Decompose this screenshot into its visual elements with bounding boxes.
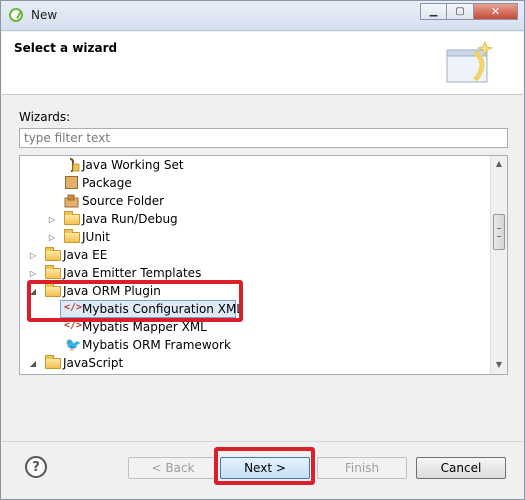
tree-item-label: Package: [82, 176, 132, 190]
tree-item[interactable]: ◢ JavaScript: [20, 354, 490, 372]
folder-icon: [64, 211, 80, 225]
finish-button[interactable]: Finish: [317, 457, 407, 479]
tree-item-label: Source Folder: [82, 194, 165, 208]
minimize-button[interactable]: ▁: [420, 3, 447, 20]
tree-item[interactable]: ▷ JUnit: [20, 228, 490, 246]
new-wizard-dialog: New ▁ ▢ ✕ Select a wizard Wizards: Java …: [0, 0, 525, 500]
xml-file-icon: </>: [64, 320, 83, 331]
folder-icon: [45, 355, 61, 369]
tree-item[interactable]: ▷ Java EE: [20, 246, 490, 264]
maximize-icon: ▢: [455, 6, 465, 17]
expand-arrow-icon[interactable]: ▷: [28, 246, 38, 264]
tree-item-label: Java Working Set: [82, 158, 184, 172]
highlight-box-next: [214, 447, 315, 485]
tree-item[interactable]: Package: [20, 174, 490, 192]
title-bar[interactable]: New ▁ ▢ ✕: [1, 1, 524, 31]
tree-item-label: Java Emitter Templates: [63, 266, 202, 280]
wizard-tree[interactable]: Java Working Set Package Source Folder ▷…: [19, 155, 508, 375]
help-icon[interactable]: ?: [25, 456, 47, 478]
tree-item[interactable]: Source Folder: [20, 192, 490, 210]
tree-item-label: Mybatis Mapper XML: [82, 320, 207, 334]
folder-icon: [64, 229, 80, 243]
working-set-icon: [69, 158, 80, 172]
folder-icon: [45, 265, 61, 279]
scroll-up-icon[interactable]: ▲: [494, 159, 504, 169]
vertical-scrollbar[interactable]: ▲ ▼: [490, 156, 507, 374]
folder-icon: [45, 247, 61, 261]
scroll-down-icon[interactable]: ▼: [494, 360, 504, 370]
tree-item-label: JavaScript: [63, 356, 124, 370]
window-title: New: [31, 8, 58, 22]
mybatis-bird-icon: 🐦: [65, 338, 82, 353]
tree-item-label: JUnit: [82, 230, 110, 244]
wizards-label: Wizards:: [19, 110, 71, 124]
wizard-banner-icon: [446, 40, 494, 83]
minimize-icon: ▁: [429, 6, 438, 17]
tree-item-label: Java EE: [63, 248, 108, 262]
tree-item[interactable]: 🐦 Mybatis ORM Framework: [20, 336, 490, 354]
footer-divider: [2, 441, 523, 442]
back-button[interactable]: < Back: [128, 457, 218, 479]
source-folder-icon: [64, 194, 79, 208]
page-title: Select a wizard: [14, 41, 118, 55]
tree-item-label: Mybatis ORM Framework: [82, 338, 231, 352]
spring-leaf-icon: [9, 8, 23, 22]
wizard-header: Select a wizard: [2, 32, 523, 95]
filter-input[interactable]: [19, 128, 508, 148]
tree-item[interactable]: ▷ Java Run/Debug: [20, 210, 490, 228]
tree-item[interactable]: Java Working Set: [20, 156, 490, 174]
scroll-thumb[interactable]: [493, 214, 505, 250]
close-icon: ✕: [490, 5, 501, 18]
cancel-button[interactable]: Cancel: [416, 457, 506, 479]
expand-arrow-icon[interactable]: ▷: [47, 210, 57, 228]
tree-item-label: Java Run/Debug: [82, 212, 178, 226]
expand-arrow-icon[interactable]: ▷: [47, 228, 57, 246]
close-button[interactable]: ✕: [474, 3, 518, 20]
highlight-box-tree-selection: [27, 280, 243, 322]
maximize-button[interactable]: ▢: [447, 3, 474, 20]
package-icon: [65, 176, 78, 189]
collapse-arrow-icon[interactable]: ◢: [28, 354, 38, 372]
